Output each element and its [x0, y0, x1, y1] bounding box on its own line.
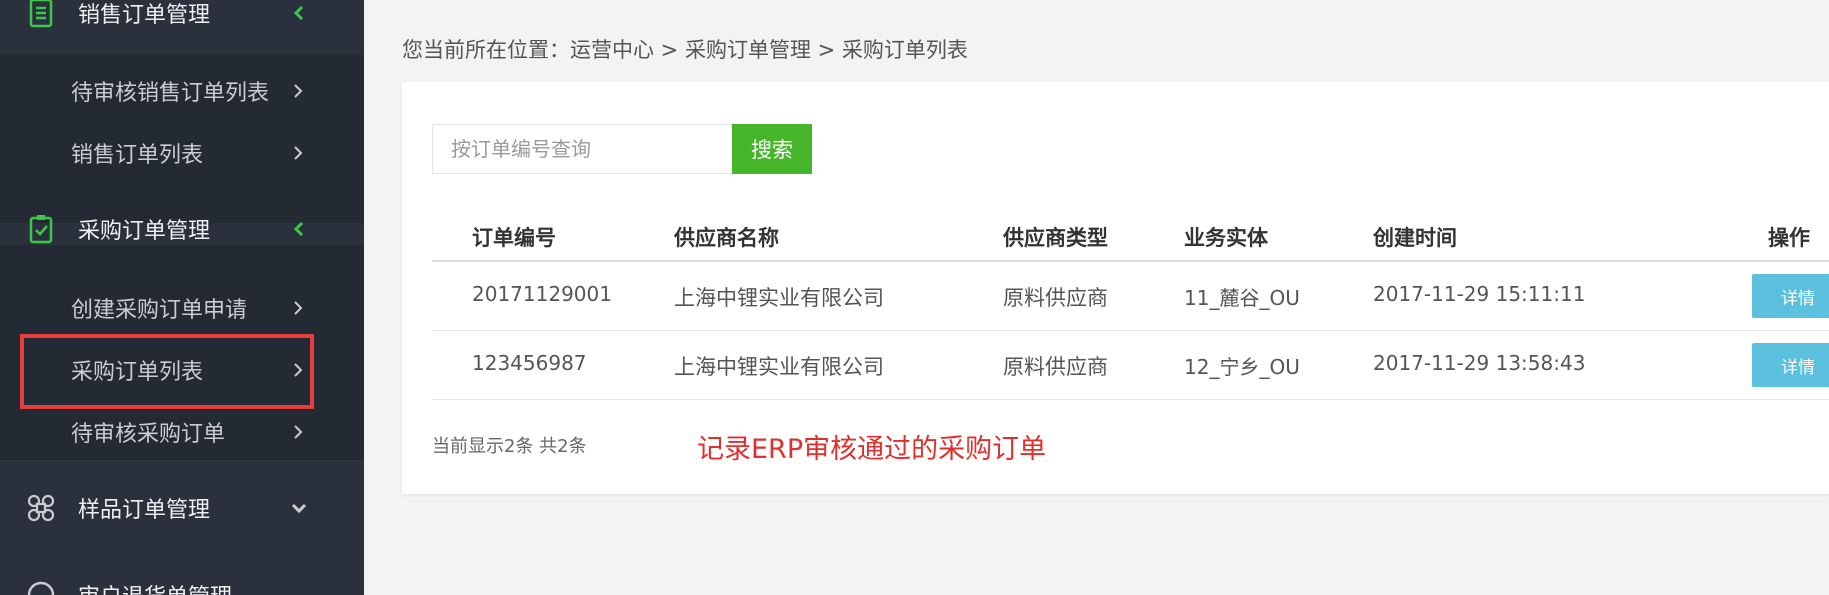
table-row: 123456987 上海中锂实业有限公司 原料供应商 12_宁乡_OU 2017… — [432, 331, 1829, 400]
cell-supplier-type: 原料供应商 — [1003, 355, 1108, 379]
order-search-input[interactable] — [432, 124, 732, 174]
breadcrumb: 您当前所在位置：运营中心 > 采购订单管理 > 采购订单列表 — [402, 38, 968, 62]
content-panel: 搜索 订单编号 供应商名称 供应商类型 业务实体 创建时间 操作 2017112… — [402, 82, 1829, 494]
cell-supplier-name: 上海中锂实业有限公司 — [674, 355, 884, 379]
chevron-right-icon — [294, 425, 303, 439]
header-actions: 操作 — [1768, 226, 1810, 250]
sidebar-group-label: 样品订单管理 — [78, 498, 211, 523]
sidebar-group-label: 采购订单管理 — [78, 219, 211, 244]
header-order-no: 订单编号 — [472, 226, 556, 250]
command-icon — [27, 494, 55, 522]
sidebar-group-label: 审户退货单管理 — [78, 579, 232, 595]
sidebar-group-label: 销售订单管理 — [78, 3, 211, 28]
chevron-left-icon — [293, 5, 304, 21]
header-supplier-type: 供应商类型 — [1003, 226, 1108, 250]
chevron-right-icon — [294, 84, 303, 98]
sidebar-group-sample-orders[interactable]: 样品订单管理 — [0, 483, 364, 533]
chevron-left-icon — [293, 221, 304, 237]
cell-created-time: 2017-11-29 13:58:43 — [1373, 351, 1586, 375]
sidebar-item-create-purchase-request[interactable]: 创建采购订单申请 — [0, 285, 364, 331]
annotation-note: 记录ERP审核通过的采购订单 — [697, 434, 1047, 465]
cell-order-no: 123456987 — [472, 351, 587, 375]
pagination-count: 当前显示2条 共2条 — [432, 436, 587, 457]
search-button[interactable]: 搜索 — [732, 124, 812, 174]
chevron-right-icon — [294, 146, 303, 160]
cell-business-entity: 11_麓谷_OU — [1184, 286, 1300, 310]
cell-business-entity: 12_宁乡_OU — [1184, 355, 1300, 379]
sidebar-group-returns[interactable]: 审户退货单管理 — [0, 570, 364, 595]
sidebar-item-sales-order-list[interactable]: 销售订单列表 — [0, 130, 364, 176]
sidebar-item-label: 待审核销售订单列表 — [71, 81, 270, 106]
header-created-time: 创建时间 — [1373, 226, 1457, 250]
detail-button[interactable]: 详情 — [1752, 343, 1829, 387]
cell-supplier-name: 上海中锂实业有限公司 — [674, 286, 884, 310]
sidebar-item-label: 创建采购订单申请 — [71, 298, 248, 323]
sidebar: 销售订单管理 待审核销售订单列表 销售订单列表 采购订单管理 创建采购订单申请 — [0, 0, 364, 595]
sidebar-item-label: 待审核采购订单 — [71, 422, 226, 447]
cell-created-time: 2017-11-29 15:11:11 — [1373, 282, 1586, 306]
clipboard-check-icon — [29, 215, 53, 244]
sidebar-item-pending-purchase-orders[interactable]: 待审核采购订单 — [0, 409, 364, 455]
chevron-down-icon — [291, 503, 307, 514]
cell-supplier-type: 原料供应商 — [1003, 286, 1108, 310]
header-supplier-name: 供应商名称 — [674, 226, 779, 250]
cell-order-no: 20171129001 — [472, 282, 612, 306]
highlight-box — [20, 334, 314, 409]
list-doc-icon — [29, 0, 53, 28]
detail-button[interactable]: 详情 — [1752, 274, 1829, 318]
circle-icon — [27, 581, 55, 595]
sidebar-group-sales-orders[interactable]: 销售订单管理 — [0, 0, 364, 38]
sidebar-item-label: 销售订单列表 — [71, 143, 204, 168]
sidebar-item-pending-sales-orders[interactable]: 待审核销售订单列表 — [0, 68, 364, 114]
sidebar-group-purchase-orders[interactable]: 采购订单管理 — [0, 204, 364, 254]
chevron-right-icon — [294, 301, 303, 315]
header-business-entity: 业务实体 — [1184, 226, 1268, 250]
table-header: 订单编号 供应商名称 供应商类型 业务实体 创建时间 操作 — [432, 210, 1829, 262]
table-row: 20171129001 上海中锂实业有限公司 原料供应商 11_麓谷_OU 20… — [432, 262, 1829, 331]
